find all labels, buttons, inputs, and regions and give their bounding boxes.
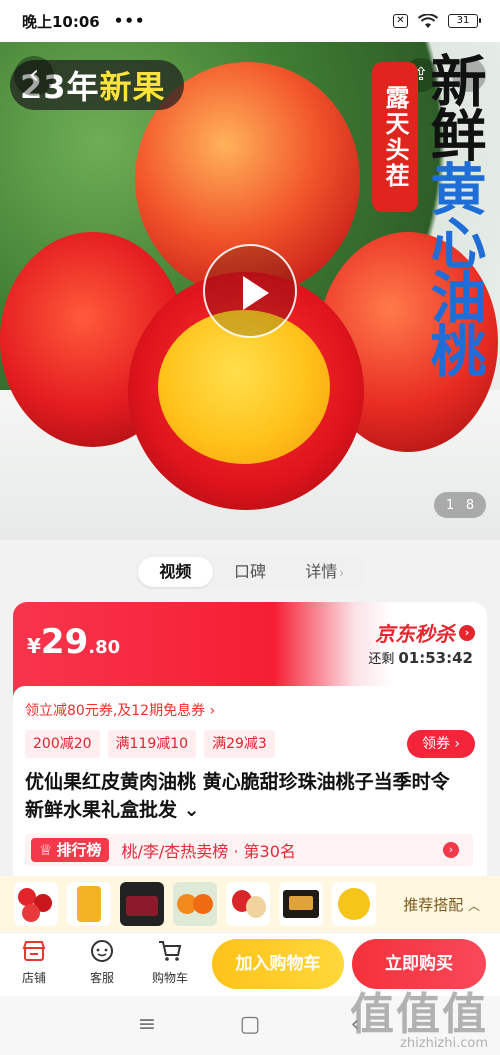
- coupon-tag[interactable]: 满119减10: [107, 730, 197, 758]
- recommend-thumb[interactable]: [120, 882, 164, 926]
- chevron-right-icon: ›: [339, 566, 345, 580]
- watermark-logo: 值值值: [350, 989, 488, 1040]
- chevron-right-icon: ›: [454, 736, 461, 752]
- chevron-right-icon: ›: [459, 624, 475, 641]
- recommend-toggle[interactable]: 推荐搭配 ︿: [403, 894, 480, 915]
- menu-icon[interactable]: ≡: [132, 1012, 162, 1037]
- countdown-time: 01:53:42: [398, 649, 473, 667]
- product-title: 优仙果红皮黄肉油桃 黄心脆甜珍珠油桃子当季时令新鲜水果礼盒批发 ⌄: [25, 768, 465, 824]
- chevron-right-icon: ›: [443, 842, 459, 858]
- price-decimal: .80: [88, 637, 121, 658]
- rank-bar[interactable]: ♕ 排行榜 桃/李/杏热卖榜 · 第30名 ›: [25, 834, 473, 866]
- image-pager: 1 8: [434, 492, 486, 518]
- chat-icon: [76, 939, 128, 969]
- cart-label: 购物车: [151, 971, 188, 985]
- countdown-label: 还剩: [368, 652, 395, 667]
- recommend-thumb[interactable]: [279, 882, 323, 926]
- coupon-list: 200减20 满119减10 满29减3: [25, 730, 275, 758]
- media-tabs: 视频 口碑 详情 ›: [135, 554, 365, 590]
- status-dots: •••: [113, 12, 146, 30]
- wifi-icon: [418, 13, 438, 28]
- price-integer: 29: [40, 622, 89, 662]
- promo-line[interactable]: 领立减80元券,及12期免息券 ›: [25, 700, 215, 720]
- cart-icon: [144, 939, 196, 969]
- price: ¥ 29 .80: [27, 622, 120, 662]
- notification-x-icon: ✕: [393, 14, 408, 28]
- product-title-text: 优仙果红皮黄肉油桃 黄心脆甜珍珠油桃子当季时令新鲜水果礼盒批发: [25, 771, 450, 821]
- store-icon: [8, 939, 60, 969]
- recommend-thumb[interactable]: [67, 882, 111, 926]
- open-air-tag: 露天头茬: [372, 62, 418, 212]
- recommend-label: 推荐搭配: [403, 895, 464, 914]
- status-bar: 晚上10:06 ••• ✕ 31: [0, 0, 500, 42]
- tab-details[interactable]: 详情 ›: [287, 557, 362, 587]
- get-coupon-label: 领券: [421, 736, 450, 752]
- product-info-card: 领立减80元券,及12期免息券 › 200减20 满119减10 满29减3 领…: [13, 686, 487, 876]
- status-time: 晚上10:06: [22, 12, 100, 31]
- badge-new-text: 新果: [99, 68, 166, 106]
- chevron-right-icon: ›: [209, 703, 216, 719]
- rank-badge-label: 排行榜: [56, 841, 102, 859]
- tab-details-label: 详情: [305, 562, 338, 581]
- coupon-tag[interactable]: 满29减3: [204, 730, 275, 758]
- hero-title-peach: 黄心油桃: [421, 160, 486, 376]
- customer-service-button[interactable]: 客服: [76, 939, 128, 986]
- tab-reviews[interactable]: 口碑: [213, 557, 288, 587]
- jd-flash-sale-logo[interactable]: 京东秒杀 ›: [375, 618, 475, 647]
- get-coupon-button[interactable]: 领券 ›: [407, 730, 475, 758]
- store-label: 店铺: [21, 971, 46, 985]
- rank-badge: ♕ 排行榜: [31, 838, 110, 862]
- recommend-strip: 推荐搭配 ︿: [0, 876, 500, 932]
- status-icons: ✕ 31: [393, 13, 481, 29]
- promo-text: 领立减80元券,及12期免息券: [25, 703, 206, 719]
- battery-icon: 31: [448, 14, 481, 28]
- tab-video[interactable]: 视频: [138, 557, 213, 587]
- play-video-icon[interactable]: [203, 244, 297, 338]
- trophy-icon: ♕: [39, 841, 53, 859]
- recommend-thumb[interactable]: [173, 882, 217, 926]
- price-currency: ¥: [27, 634, 41, 658]
- recommend-thumb[interactable]: [14, 882, 58, 926]
- chevron-up-icon: ︿: [467, 898, 480, 913]
- rank-text: 桃/李/杏热卖榜 · 第30名: [121, 842, 296, 861]
- store-button[interactable]: 店铺: [8, 939, 60, 986]
- back-icon[interactable]: ‹: [14, 56, 54, 96]
- hero-title-fresh: 新鲜: [421, 52, 486, 160]
- countdown: 还剩 01:53:42: [368, 648, 473, 667]
- add-to-cart-button[interactable]: 加入购物车: [212, 939, 344, 989]
- customer-service-label: 客服: [89, 971, 114, 985]
- cart-button[interactable]: 购物车: [144, 939, 196, 986]
- product-image-carousel[interactable]: 23年 新果 ‹ ⇪ ⋯ 露天头茬 新鲜黄心油桃 1 8: [0, 42, 500, 540]
- expand-title-icon[interactable]: ⌄: [184, 799, 200, 821]
- flash-sale-label: 京东秒杀: [375, 622, 455, 646]
- home-icon[interactable]: ▢: [235, 1012, 265, 1037]
- pager-total: 8: [465, 497, 475, 513]
- coupon-tag[interactable]: 200减20: [25, 730, 100, 758]
- recommend-thumb[interactable]: [226, 882, 270, 926]
- pager-current: 1: [445, 497, 455, 513]
- watermark: 值值值 zhizhizhi.com: [350, 978, 488, 1051]
- recommend-thumb[interactable]: [332, 882, 376, 926]
- hero-title: 新鲜黄心油桃: [420, 52, 486, 376]
